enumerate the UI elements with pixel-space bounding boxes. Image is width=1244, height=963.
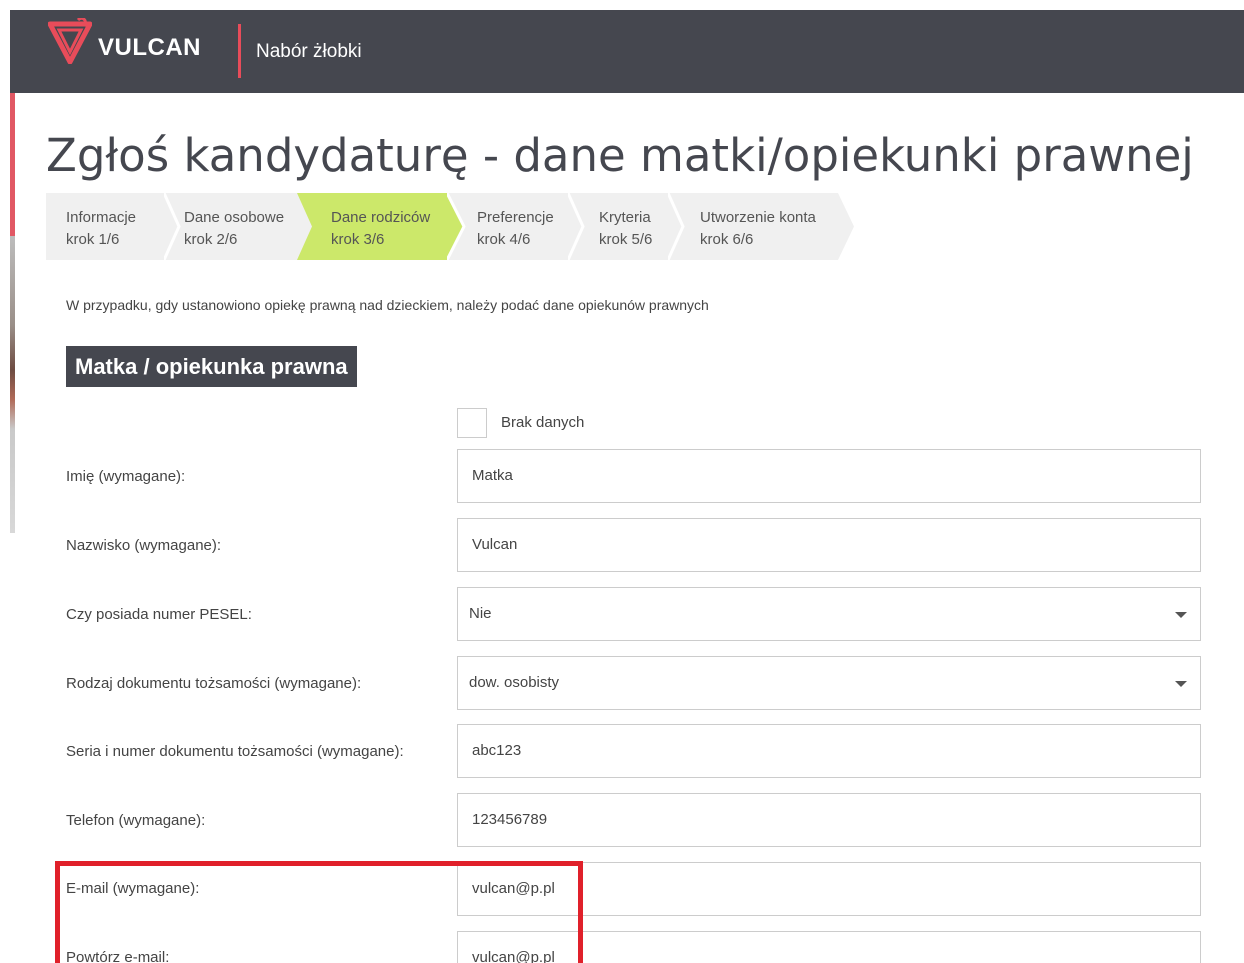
step-utworzenie-konta[interactable]: Utworzenie konta krok 6/6: [668, 193, 854, 260]
step-label: Utworzenie konta: [700, 209, 816, 226]
left-decorative-strip: [10, 93, 15, 533]
step-number: krok 3/6: [331, 231, 385, 248]
step-informacje[interactable]: Informacje krok 1/6: [46, 193, 181, 260]
step-number: krok 6/6: [700, 231, 754, 248]
first-name-label: Imię (wymagane):: [66, 468, 186, 485]
step-number: krok 1/6: [66, 231, 120, 248]
doc-number-label: Seria i numer dokumentu tożsamości (wyma…: [66, 743, 404, 760]
vulcan-logo-icon[interactable]: [48, 18, 92, 64]
step-preferencje[interactable]: Preferencje krok 4/6: [447, 193, 585, 260]
top-bar: VULCAN Nabór żłobki: [10, 10, 1244, 93]
step-label: Kryteria: [599, 209, 651, 226]
app-name[interactable]: Nabór żłobki: [256, 41, 362, 63]
step-label: Dane osobowe: [184, 209, 285, 226]
step-label: Dane rodziców: [331, 209, 431, 226]
doc-number-input[interactable]: abc123: [457, 724, 1201, 778]
last-name-input[interactable]: Vulcan: [457, 518, 1201, 572]
doc-type-value: dow. osobisty: [469, 674, 560, 691]
no-data-label[interactable]: Brak danych: [501, 414, 584, 431]
info-text: W przypadku, gdy ustanowiono opiekę praw…: [66, 297, 709, 313]
doc-type-label: Rodzaj dokumentu tożsamości (wymagane):: [66, 675, 362, 692]
first-name-input[interactable]: Matka: [457, 449, 1201, 503]
step-number: krok 2/6: [184, 231, 238, 248]
step-dane-osobowe[interactable]: Dane osobowe krok 2/6: [164, 193, 314, 260]
last-name-label: Nazwisko (wymagane):: [66, 537, 222, 554]
section-title: Matka / opiekunka prawna: [66, 346, 357, 387]
brand-name[interactable]: VULCAN: [98, 34, 201, 62]
step-number: krok 4/6: [477, 231, 531, 248]
phone-input[interactable]: 123456789: [457, 793, 1201, 847]
phone-label: Telefon (wymagane):: [66, 812, 206, 829]
doc-type-select[interactable]: dow. osobisty: [457, 656, 1201, 710]
step-label: Informacje: [66, 209, 137, 226]
page-title: Zgłoś kandydaturę - dane matki/opiekunki…: [46, 129, 1194, 182]
has-pesel-select[interactable]: Nie: [457, 587, 1201, 641]
has-pesel-value: Nie: [469, 605, 492, 622]
step-label: Preferencje: [477, 209, 554, 226]
brand-separator: [238, 24, 241, 78]
has-pesel-label: Czy posiada numer PESEL:: [66, 606, 252, 623]
step-dane-rodzicow[interactable]: Dane rodziców krok 3/6: [297, 193, 464, 260]
no-data-checkbox[interactable]: [457, 408, 487, 438]
step-progress: Informacje krok 1/6 Dane osobowe krok 2/6 …: [46, 193, 856, 260]
chevron-down-icon[interactable]: [1175, 681, 1187, 687]
step-number: krok 5/6: [599, 231, 653, 248]
chevron-down-icon[interactable]: [1175, 612, 1187, 618]
highlight-box: [55, 861, 583, 963]
